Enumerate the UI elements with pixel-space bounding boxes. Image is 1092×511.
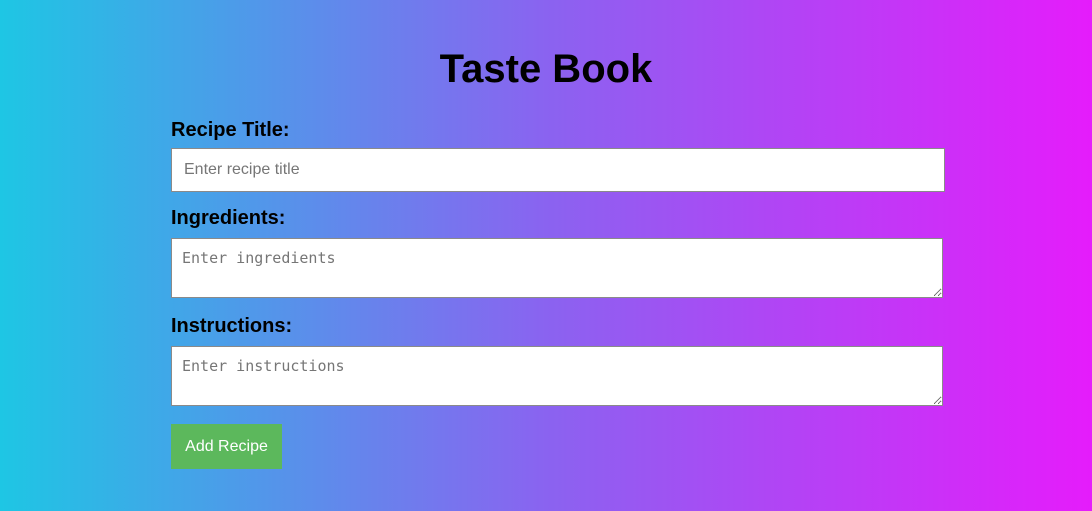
ingredients-label: Ingredients: xyxy=(171,207,286,229)
add-recipe-button[interactable]: Add Recipe xyxy=(171,424,282,469)
ingredients-textarea[interactable] xyxy=(171,238,943,298)
page-title: Taste Book xyxy=(439,47,653,91)
instructions-textarea[interactable] xyxy=(171,346,943,406)
recipe-title-input[interactable] xyxy=(171,148,945,192)
recipe-form: Recipe Title: Ingredients: Instructions:… xyxy=(171,118,945,469)
instructions-label: Instructions: xyxy=(171,315,293,337)
recipe-title-label: Recipe Title: xyxy=(171,119,290,141)
